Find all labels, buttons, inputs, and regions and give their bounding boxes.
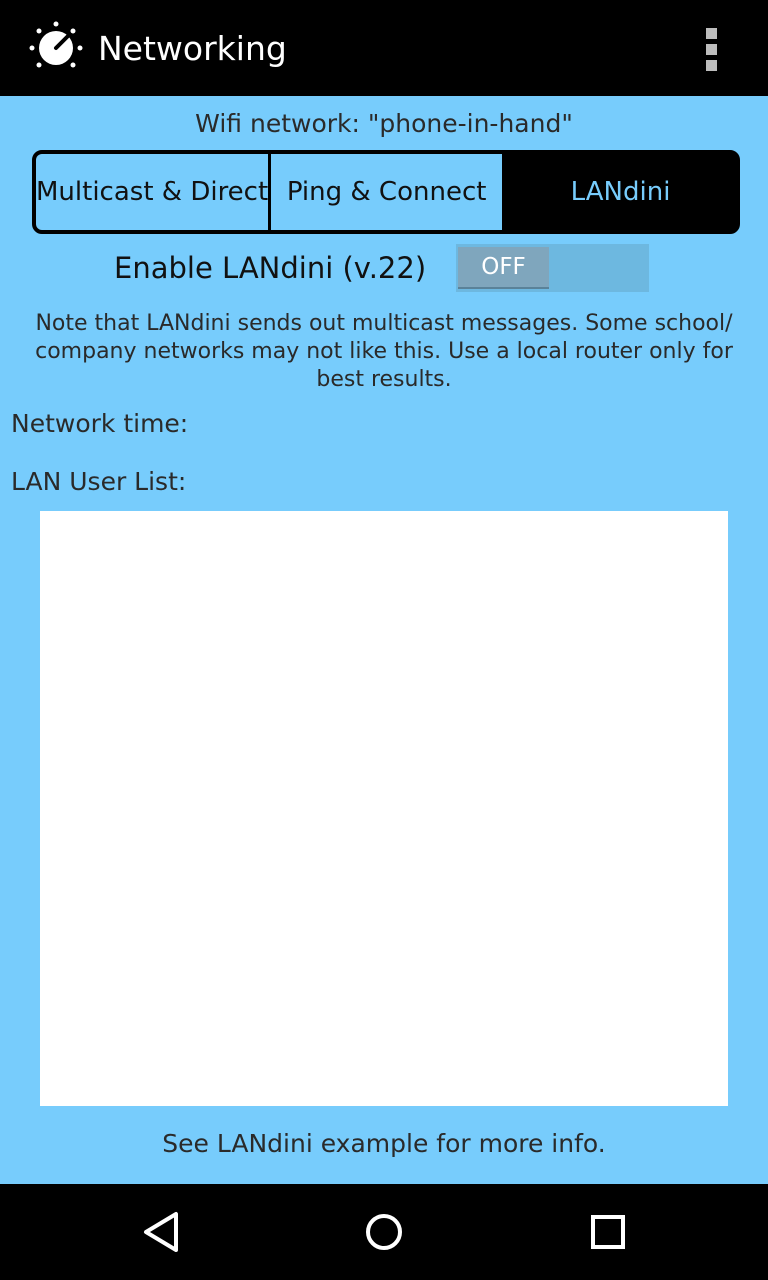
lan-user-list[interactable] — [40, 511, 728, 1106]
lan-user-list-label: LAN User List: — [11, 467, 187, 496]
tab-ping-connect[interactable]: Ping & Connect — [271, 154, 503, 230]
main-content: Wifi network: "phone-in-hand" Multicast … — [0, 96, 768, 1184]
app-bar: Networking — [0, 0, 768, 96]
network-time-label: Network time: — [11, 409, 189, 438]
back-triangle-icon[interactable] — [130, 1202, 190, 1262]
toggle-state-label: OFF — [458, 247, 549, 289]
enable-landini-label: Enable LANdini (v.22) — [114, 251, 427, 285]
more-vert-icon[interactable] — [690, 22, 734, 74]
home-circle-icon[interactable] — [354, 1202, 414, 1262]
system-nav-bar — [0, 1184, 768, 1280]
tab-landini[interactable]: LANdini — [505, 154, 736, 230]
multicast-note: Note that LANdini sends out multicast me… — [35, 311, 733, 392]
enable-landini-toggle[interactable]: OFF — [456, 244, 649, 292]
recents-square-icon[interactable] — [578, 1202, 638, 1262]
tab-multicast-direct[interactable]: Multicast & Direct — [36, 154, 269, 230]
wifi-network-label: Wifi network: "phone-in-hand" — [195, 109, 573, 138]
tab-bar: Multicast & Direct Ping & Connect LANdin… — [32, 150, 740, 234]
landini-footer-info: See LANdini example for more info. — [162, 1129, 606, 1158]
dial-knob-icon — [29, 21, 83, 68]
app-title: Networking — [98, 29, 287, 68]
